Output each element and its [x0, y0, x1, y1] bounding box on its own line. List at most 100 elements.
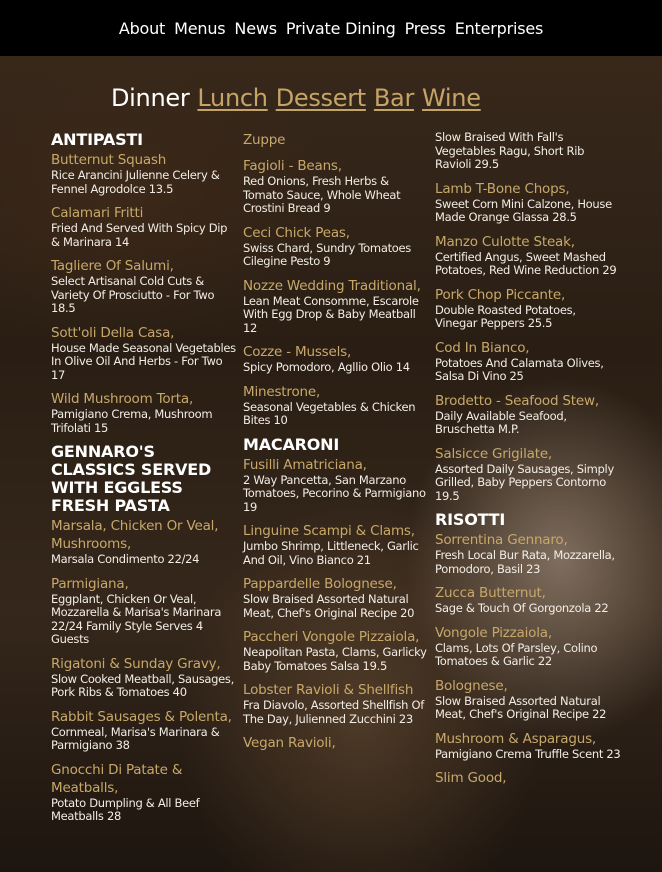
menu-item-description: Slow Cooked Meatball, Sausages, Pork Rib…: [51, 671, 234, 699]
menu-item-description: Potatoes And Calamata Olives, Salsa Di V…: [435, 355, 604, 383]
menu-item: Mushroom & Asparagus, Pamigiano Crema Tru…: [435, 730, 621, 762]
menu-item-name: Sott'oli Della Casa,: [51, 324, 175, 341]
top-navigation: About Menus News Private Dining Press Enterpr…: [0, 0, 662, 56]
menu-item: Brodetto - Seafood Stew, Daily Available …: [435, 392, 621, 437]
menu-item-name: Rigatoni & Sunday Gravy,: [51, 655, 221, 672]
tab-wine[interactable]: Wine: [422, 84, 481, 112]
menu-item-name: Bolognese,: [435, 677, 508, 694]
menu-item-description: Fried And Served With Spicy Dip & Marina…: [51, 221, 228, 249]
menu-item-description: Spicy Pomodoro, Agllio Olio 14: [243, 360, 410, 374]
menu-item-description: Pamigiano Crema, Mushroom Trifolati 15: [51, 407, 213, 435]
menu-item: Vegan Ravioli,: [243, 734, 429, 752]
menu-item: Zucca Butternut, Sage & Touch Of Gorgonzo…: [435, 584, 621, 616]
menu-item-description: Slow Braised Assorted Natural Meat, Chef…: [243, 592, 415, 620]
menu-item: Linguine Scampi & Clams, Jumbo Shrimp, Li…: [243, 522, 429, 567]
menu-column-2: Zuppe Fagioli - Beans, Red Onions, Fresh H…: [243, 131, 429, 760]
menu-item: Manzo Culotte Steak, Certified Angus, Swe…: [435, 233, 621, 278]
menu-item-name: Tagliere Of Salumi,: [51, 258, 174, 274]
menu-item-description: Fresh Local Bur Rata, Mozzarella, Pomodo…: [435, 548, 615, 576]
nav-link-press[interactable]: Press: [405, 19, 446, 38]
menu-item-name: Lobster Ravioli & Shellfish: [243, 682, 414, 698]
menu-item-name: Linguine Scampi & Clams,: [243, 523, 415, 539]
menu-item-description: Jumbo Shrimp, Littleneck, Garlic And Oil…: [243, 539, 419, 567]
tab-dinner[interactable]: Dinner: [111, 84, 190, 112]
menu-item-description: Red Onions, Fresh Herbs & Tomato Sauce, …: [243, 174, 401, 215]
section-heading: RISOTTI: [435, 510, 506, 529]
menu-item-description: Marsala Condimento 22/24: [51, 552, 200, 566]
menu-item-name: Rabbit Sausages & Polenta,: [51, 708, 232, 725]
nav-link-menus[interactable]: Menus: [174, 19, 225, 38]
menu-item-description: Swiss Chard, Sundry Tomatoes Cilegine Pe…: [243, 240, 411, 268]
menu-item: Fusilli Amatriciana, 2 Way Pancetta, San …: [243, 456, 429, 515]
menu-item-name: Fagioli - Beans,: [243, 158, 342, 174]
menu-item: Lamb T-Bone Chops, Sweet Corn Mini Calzon…: [435, 180, 621, 225]
menu-item-description: Certified Angus, Sweet Mashed Potatoes, …: [435, 249, 617, 277]
menu-item-description: Cornmeal, Marisa's Marinara & Parmigiano…: [51, 724, 220, 752]
tab-bar[interactable]: Bar: [374, 84, 414, 112]
menu-item: Vongole Pizzaiola, Clams, Lots Of Parsley…: [435, 624, 621, 669]
section-heading: GENNARO'S CLASSICS SERVED WITH EGGLESS F…: [51, 442, 212, 515]
menu-item-name: Fusilli Amatriciana,: [243, 456, 367, 473]
menu-item-name: Salsicce Grigilate,: [435, 445, 553, 462]
menu-item-name: Marsala, Chicken Or Veal, Mushrooms,: [51, 518, 219, 552]
menu-item-name: Gnocchi Di Patate & Meatballs,: [51, 761, 183, 796]
menu-item: Sorrentina Gennaro, Fresh Local Bur Rata,…: [435, 531, 621, 576]
tab-dessert[interactable]: Dessert: [276, 84, 367, 112]
menu-item-name: Zucca Butternut,: [435, 585, 546, 601]
menu-item-name: Paccheri Vongole Pizzaiola,: [243, 629, 420, 645]
menu-item-name: Mushroom & Asparagus,: [435, 730, 597, 747]
menu-item: Bolognese, Slow Braised Assorted Natural …: [435, 677, 621, 722]
menu-item-description: Rice Arancini Julienne Celery & Fennel A…: [51, 168, 220, 196]
menu-item: Calamari Fritti Fried And Served With Spi…: [51, 204, 237, 249]
menu-item-description: 2 Way Pancetta, San Marzano Tomatoes, Pe…: [243, 472, 426, 514]
menu-item-description: Eggplant, Chicken Or Veal, Mozzarella & …: [51, 591, 222, 646]
menu-item: Salsicce Grigilate, Assorted Daily Sausag…: [435, 445, 621, 504]
menu-item-name: Manzo Culotte Steak,: [435, 233, 575, 250]
menu-item-name: Pork Chop Piccante,: [435, 286, 566, 303]
menu-item-name: Wild Mushroom Torta,: [51, 391, 194, 407]
menu-item-description: Pamigiano Crema Truffle Scent 23: [435, 746, 621, 761]
menu-tabs: Dinner Lunch Dessert Bar Wine: [111, 84, 481, 112]
menu-item: Rigatoni & Sunday Gravy, Slow Cooked Meat…: [51, 655, 237, 700]
menu-item-description: Seasonal Vegetables & Chicken Bites 10: [243, 399, 416, 427]
nav-link-private-dining[interactable]: Private Dining: [286, 19, 396, 38]
menu-item: Minestrone, Seasonal Vegetables & Chicken…: [243, 383, 429, 428]
menu-item-name: Pappardelle Bolognese,: [243, 576, 397, 592]
menu-item-description: Potato Dumpling & All Beef Meatballs 28: [51, 795, 200, 823]
tab-lunch[interactable]: Lunch: [197, 84, 268, 112]
menu-item: Parmigiana, Eggplant, Chicken Or Veal, Mo…: [51, 575, 237, 647]
menu-item-description: Slow Braised With Fall's Vegetables Ragu…: [435, 130, 585, 171]
menu-item: Paccheri Vongole Pizzaiola, Neapolitan Pa…: [243, 628, 429, 673]
menu-item-name: Lamb T-Bone Chops,: [435, 180, 570, 197]
menu-item-description: Sweet Corn Mini Calzone, House Made Oran…: [435, 196, 612, 224]
menu-item: Zuppe: [243, 131, 429, 149]
menu-item: Tagliere Of Salumi, Select Artisanal Cold…: [51, 257, 237, 316]
menu-item-name: Parmigiana,: [51, 575, 129, 592]
menu-item: Nozze Wedding Traditional, Lean Meat Cons…: [243, 277, 429, 336]
nav-link-enterprises[interactable]: Enterprises: [455, 19, 544, 38]
nav-link-news[interactable]: News: [234, 19, 277, 38]
menu-item-description: Neapolitan Pasta, Clams, Garlicky Baby T…: [243, 645, 427, 673]
menu-item: Pappardelle Bolognese, Slow Braised Assor…: [243, 575, 429, 620]
menu-item-name: Cod In Bianco,: [435, 339, 530, 356]
menu-item: Wild Mushroom Torta, Pamigiano Crema, Mus…: [51, 390, 237, 435]
menu-item-description: Sage & Touch Of Gorgonzola 22: [435, 601, 609, 615]
menu-item-name: Calamari Fritti: [51, 205, 144, 221]
menu-item-description: Lean Meat Consomme, Escarole With Egg Dr…: [243, 293, 419, 335]
menu-item-name: Slim Good,: [435, 770, 507, 786]
menu-item: Gnocchi Di Patate & Meatballs, Potato Dum…: [51, 761, 237, 824]
menu-item: Rabbit Sausages & Polenta, Cornmeal, Mari…: [51, 708, 237, 753]
menu-item: Cozze - Mussels, Spicy Pomodoro, Agllio O…: [243, 343, 429, 375]
nav-link-about[interactable]: About: [119, 19, 166, 38]
menu-item-name: Ceci Chick Peas,: [243, 224, 350, 241]
menu-item-name: Minestrone,: [243, 383, 321, 400]
menu-item-name: Zuppe: [243, 132, 286, 148]
menu-item-name: Vongole Pizzaiola,: [435, 624, 552, 641]
menu-item: Butternut Squash Rice Arancini Julienne C…: [51, 151, 237, 196]
menu-item-name: Sorrentina Gennaro,: [435, 532, 568, 548]
menu-item: Cod In Bianco, Potatoes And Calamata Oliv…: [435, 339, 621, 384]
menu-item-description: Clams, Lots Of Parsley, Colino Tomatoes …: [435, 640, 598, 668]
menu-item-description: Fra Diavolo, Assorted Shellfish Of The D…: [243, 698, 424, 726]
menu-item-name: Vegan Ravioli,: [243, 735, 336, 751]
section-heading: MACARONI: [243, 434, 340, 454]
